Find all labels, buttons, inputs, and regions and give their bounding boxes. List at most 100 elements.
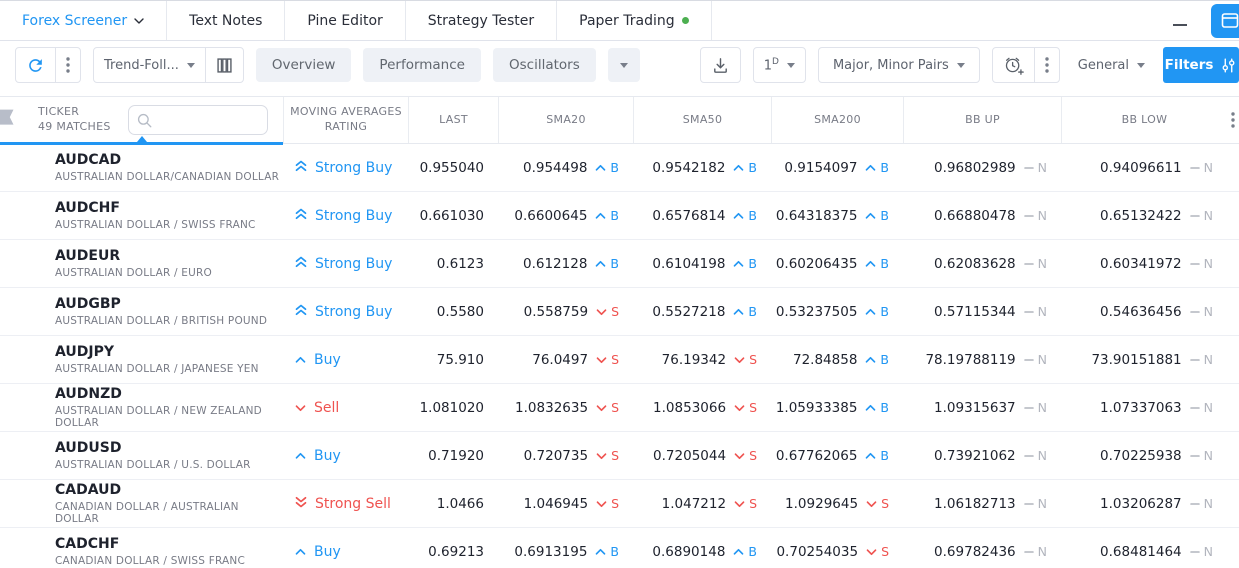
column-header-sma200[interactable]: SMA200 bbox=[771, 97, 903, 143]
sma200-value: 0.9154097 bbox=[784, 160, 857, 176]
rating-icon bbox=[295, 496, 307, 512]
strategy-group: Trend-Foll... bbox=[93, 47, 244, 83]
screener-row[interactable]: AUDCHF AUSTRALIAN DOLLAR / SWISS FRANC S… bbox=[0, 192, 1239, 240]
column-header-bb-low[interactable]: BB LOW bbox=[1061, 97, 1227, 143]
bb-up-cell: 1.09315637 N bbox=[903, 400, 1061, 416]
last-cell: 0.661030 bbox=[408, 208, 498, 224]
column-header-sma50[interactable]: SMA50 bbox=[633, 97, 771, 143]
sma50-value: 0.9542182 bbox=[652, 160, 725, 176]
filter-category-dropdown[interactable]: General bbox=[1072, 58, 1151, 73]
sma200-value: 72.84858 bbox=[793, 352, 857, 368]
chevron-up-icon bbox=[733, 164, 744, 172]
tab-forex-screener[interactable]: Forex Screener bbox=[0, 1, 167, 40]
alert-menu-button[interactable] bbox=[1034, 48, 1059, 82]
panel-layout-button[interactable] bbox=[1211, 4, 1239, 38]
rating-icon bbox=[295, 160, 307, 176]
refresh-button[interactable] bbox=[16, 48, 55, 82]
bb-low-cell: 0.68481464 N bbox=[1061, 544, 1227, 560]
last-value: 1.0466 bbox=[437, 496, 484, 512]
ticker-cell: CADAUD CANADIAN DOLLAR / AUSTRALIAN DOLL… bbox=[0, 482, 283, 525]
dash-icon bbox=[1190, 502, 1200, 506]
interval-group: 1D bbox=[753, 47, 806, 83]
export-group bbox=[700, 47, 741, 83]
screener-row[interactable]: AUDNZD AUSTRALIAN DOLLAR / NEW ZEALAND D… bbox=[0, 384, 1239, 432]
pairs-group: Major, Minor Pairs bbox=[818, 47, 980, 83]
sma50-cell: 0.7205044 S bbox=[633, 448, 771, 464]
chevron-down-icon bbox=[596, 308, 607, 316]
caret-down-icon bbox=[1137, 63, 1145, 72]
last-value: 0.69213 bbox=[428, 544, 484, 560]
column-header-bb-up[interactable]: BB UP bbox=[903, 97, 1061, 143]
sma20-signal: B bbox=[595, 256, 619, 271]
tab-strategy-tester[interactable]: Strategy Tester bbox=[406, 1, 557, 40]
sma200-cell: 0.9154097 B bbox=[771, 160, 903, 176]
tab-label: Text Notes bbox=[189, 13, 262, 29]
sma200-cell: 0.67762065 B bbox=[771, 448, 903, 464]
sma50-value: 0.6890148 bbox=[652, 544, 725, 560]
bb-up-cell: 0.73921062 N bbox=[903, 448, 1061, 464]
sma200-signal: B bbox=[865, 304, 889, 319]
screener-row[interactable]: AUDUSD AUSTRALIAN DOLLAR / U.S. DOLLAR B… bbox=[0, 432, 1239, 480]
interval-value: 1D bbox=[764, 57, 779, 73]
strategy-dropdown[interactable]: Trend-Foll... bbox=[94, 48, 205, 82]
bb-up-signal: N bbox=[1024, 352, 1047, 367]
bb-up-signal: N bbox=[1024, 496, 1047, 511]
dash-icon bbox=[1190, 214, 1200, 218]
dash-icon bbox=[1190, 358, 1200, 362]
bb-up-value: 0.69782436 bbox=[934, 544, 1016, 560]
ticker-search-input[interactable] bbox=[158, 113, 258, 127]
chevron-up-icon bbox=[733, 212, 744, 220]
dash-icon bbox=[1024, 262, 1034, 266]
more-views-dropdown[interactable] bbox=[608, 48, 640, 82]
column-header-sma20[interactable]: SMA20 bbox=[498, 97, 633, 143]
rating-label: Strong Buy bbox=[315, 208, 392, 224]
ticker-symbol: AUDEUR bbox=[55, 248, 283, 264]
ticker-full-name: AUSTRALIAN DOLLAR / NEW ZEALAND DOLLAR bbox=[55, 405, 283, 429]
column-header-last[interactable]: LAST bbox=[408, 97, 498, 143]
columns-setup-button[interactable] bbox=[205, 48, 243, 82]
screener-row[interactable]: AUDEUR AUSTRALIAN DOLLAR / EURO Strong B… bbox=[0, 240, 1239, 288]
screener-row[interactable]: CADCHF CANADIAN DOLLAR / SWISS FRANC Buy… bbox=[0, 528, 1239, 568]
export-button[interactable] bbox=[701, 48, 740, 82]
alarm-plus-icon bbox=[1003, 55, 1024, 76]
sma50-value: 0.6104198 bbox=[652, 256, 725, 272]
sma20-signal: S bbox=[596, 448, 619, 463]
chevron-down-icon bbox=[596, 404, 607, 412]
tab-text-notes[interactable]: Text Notes bbox=[167, 1, 285, 40]
tab-paper-trading[interactable]: Paper Trading bbox=[557, 1, 711, 40]
filters-button[interactable]: Filters bbox=[1163, 47, 1239, 83]
bb-low-signal: N bbox=[1190, 352, 1213, 367]
screener-row[interactable]: AUDJPY AUSTRALIAN DOLLAR / JAPANESE YEN … bbox=[0, 336, 1239, 384]
column-header-ticker[interactable]: TICKER 49 MATCHES bbox=[0, 97, 283, 143]
bb-low-signal: N bbox=[1190, 448, 1213, 463]
column-menu-button[interactable] bbox=[1227, 97, 1239, 143]
sma20-value: 0.612128 bbox=[523, 256, 587, 272]
create-alert-button[interactable] bbox=[993, 48, 1034, 82]
bb-low-signal: N bbox=[1190, 496, 1213, 511]
view-tab-overview[interactable]: Overview bbox=[256, 48, 352, 82]
last-value: 0.6123 bbox=[437, 256, 484, 272]
rating-label: Buy bbox=[314, 448, 341, 464]
sma50-cell: 1.047212 S bbox=[633, 496, 771, 512]
rating-label: Buy bbox=[314, 544, 341, 560]
column-header-ma-rating[interactable]: MOVING AVERAGES RATING bbox=[283, 97, 408, 143]
bb-low-cell: 0.54636456 N bbox=[1061, 304, 1227, 320]
minimize-button[interactable] bbox=[1167, 5, 1193, 36]
pairs-dropdown[interactable]: Major, Minor Pairs bbox=[819, 48, 979, 82]
sma200-value: 1.0929645 bbox=[785, 496, 858, 512]
chevron-up-icon bbox=[865, 404, 876, 412]
screener-row[interactable]: AUDGBP AUSTRALIAN DOLLAR / BRITISH POUND… bbox=[0, 288, 1239, 336]
tab-pine-editor[interactable]: Pine Editor bbox=[285, 1, 405, 40]
bb-up-signal: N bbox=[1024, 544, 1047, 559]
bb-up-cell: 0.62083628 N bbox=[903, 256, 1061, 272]
screener-row[interactable]: AUDCAD AUSTRALIAN DOLLAR/CANADIAN DOLLAR… bbox=[0, 144, 1239, 192]
bb-low-signal: N bbox=[1190, 400, 1213, 415]
screener-row[interactable]: CADAUD CANADIAN DOLLAR / AUSTRALIAN DOLL… bbox=[0, 480, 1239, 528]
refresh-menu-button[interactable] bbox=[55, 48, 80, 82]
sma200-cell: 72.84858 B bbox=[771, 352, 903, 368]
view-tab-performance[interactable]: Performance bbox=[363, 48, 481, 82]
flag-column-icon[interactable] bbox=[0, 108, 15, 133]
view-tab-oscillators[interactable]: Oscillators bbox=[493, 48, 596, 82]
interval-dropdown[interactable]: 1D bbox=[754, 48, 805, 82]
ticker-header-label: TICKER 49 MATCHES bbox=[38, 105, 111, 135]
